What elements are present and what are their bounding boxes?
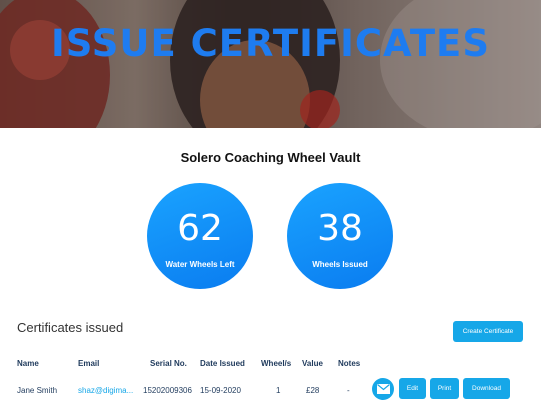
cell-date: 15-09-2020 — [200, 386, 241, 395]
column-header-email: Email — [78, 359, 100, 368]
column-header-notes: Notes — [338, 359, 361, 368]
column-header-value: Value — [302, 359, 323, 368]
page-title: ISSUE CERTIFICATES — [51, 22, 490, 65]
edit-button[interactable]: Edit — [399, 378, 426, 399]
stat-value: 38 — [317, 208, 363, 249]
mail-icon — [376, 384, 390, 394]
create-certificate-button[interactable]: Create Certificate — [453, 321, 523, 342]
cell-notes: - — [347, 386, 350, 395]
column-header-wheels: Wheel/s — [261, 359, 292, 368]
stat-value: 62 — [177, 208, 223, 249]
cell-wheels: 1 — [276, 386, 281, 395]
cell-serial: 15202009306 — [143, 386, 192, 395]
stat-label: Water Wheels Left — [165, 260, 235, 269]
certificates-section-title: Certificates issued — [17, 320, 124, 335]
stat-wheels-issued: 38 Wheels Issued — [287, 183, 393, 289]
cell-email-link[interactable]: shaz@digima... — [78, 386, 133, 395]
hero-banner: ISSUE CERTIFICATES — [0, 0, 541, 128]
email-certificate-button[interactable] — [372, 378, 394, 400]
column-header-serial: Serial No. — [150, 359, 187, 368]
stat-label: Wheels Issued — [312, 260, 368, 269]
vault-title: Solero Coaching Wheel Vault — [180, 150, 361, 165]
stat-wheels-left: 62 Water Wheels Left — [147, 183, 253, 289]
cell-value: £28 — [306, 386, 320, 395]
column-header-name: Name — [17, 359, 39, 368]
download-button[interactable]: Download — [463, 378, 510, 399]
column-header-date: Date Issued — [200, 359, 245, 368]
cell-name: Jane Smith — [17, 386, 58, 395]
print-button[interactable]: Print — [430, 378, 459, 399]
